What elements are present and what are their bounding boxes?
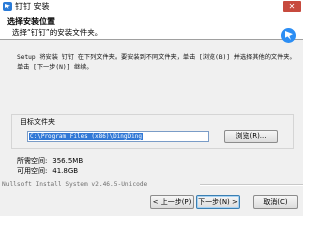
- page-title: 选择安装位置: [7, 17, 55, 26]
- nsis-branding: Nullsoft Install System v2.46.5-Unicode: [2, 181, 148, 188]
- description-text: Setup 将安装 钉钉 在下列文件夹。要安装到不同文件夹，单击 [浏览(B)]…: [17, 54, 296, 71]
- target-folder-label: 目标文件夹: [19, 118, 56, 127]
- available-space-label: 可用空间:: [17, 167, 48, 175]
- install-path-input[interactable]: C:\Program Files (x86)\DingDing: [27, 131, 209, 142]
- close-button[interactable]: ✕: [283, 1, 301, 12]
- required-space-row: 所需空间: 356.5MB: [17, 157, 83, 166]
- footer-divider: [200, 184, 303, 186]
- page-subtitle: 选择“钉钉”的安装文件夹。: [12, 28, 103, 37]
- window-title: 钉钉 安装: [15, 2, 50, 11]
- back-button[interactable]: < 上一步(P): [150, 195, 194, 209]
- available-space-row: 可用空间: 41.8GB: [17, 167, 78, 176]
- required-space-label: 所需空间:: [17, 157, 48, 165]
- header-band: 选择安装位置 选择“钉钉”的安装文件夹。: [0, 13, 303, 43]
- dingtalk-logo-icon: [281, 28, 296, 43]
- required-space-value: 356.5MB: [52, 157, 84, 165]
- cancel-button[interactable]: 取消(C): [253, 195, 298, 209]
- dingtalk-app-icon: [3, 2, 12, 11]
- install-path-value: C:\Program Files (x86)\DingDing: [29, 133, 143, 140]
- title-bar: 钉钉 安装 ✕: [0, 0, 303, 13]
- available-space-value: 41.8GB: [52, 167, 79, 175]
- installer-window: 钉钉 安装 ✕ 选择安装位置 选择“钉钉”的安装文件夹。 Setup 将安装 钉…: [0, 0, 303, 216]
- next-button[interactable]: 下一步(N) >: [196, 195, 240, 209]
- browse-button[interactable]: 浏览(R)...: [224, 130, 278, 143]
